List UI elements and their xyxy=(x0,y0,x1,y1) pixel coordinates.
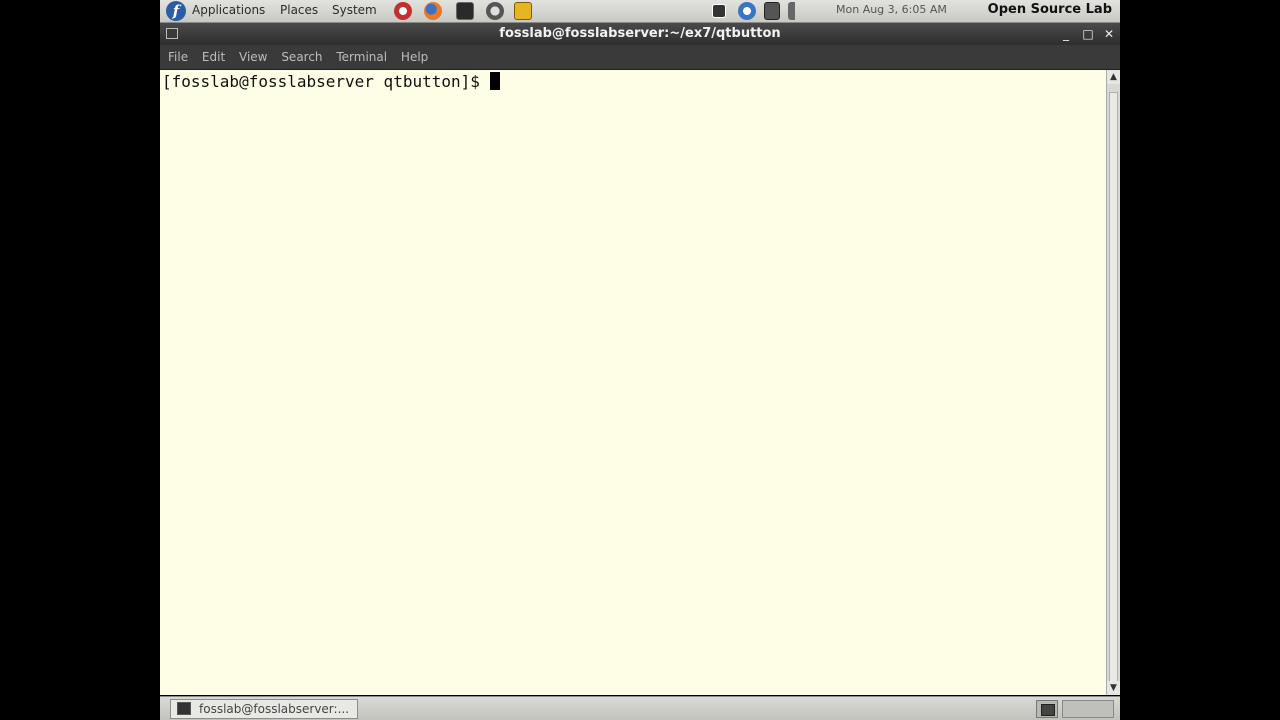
clock[interactable]: Mon Aug 3, 6:05 AM xyxy=(836,3,947,16)
taskbar-item-label: fosslab@fosslabserver:... xyxy=(199,702,350,716)
menu-help[interactable]: Help xyxy=(401,50,428,64)
window-titlebar[interactable]: fosslab@fosslabserver:~/ex7/qtbutton _ □… xyxy=(160,23,1120,45)
menu-terminal[interactable]: Terminal xyxy=(336,50,387,64)
terminal-icon[interactable] xyxy=(712,4,726,18)
menu-search[interactable]: Search xyxy=(281,50,322,64)
window-title: fosslab@fosslabserver:~/ex7/qtbutton xyxy=(499,26,781,41)
terminal-output[interactable]: [fosslab@fosslabserver qtbutton]$ xyxy=(160,70,1106,695)
window-menubar: File Edit View Search Terminal Help xyxy=(160,45,1120,70)
scrollbar-thumb[interactable] xyxy=(1109,92,1118,682)
scroll-up-icon[interactable]: ▲ xyxy=(1107,70,1120,84)
menu-edit[interactable]: Edit xyxy=(202,50,225,64)
workspace-switcher[interactable] xyxy=(1062,700,1114,718)
maximize-button[interactable]: □ xyxy=(1080,26,1096,42)
terminal-window: fosslab@fosslabserver:~/ex7/qtbutton _ □… xyxy=(160,23,1120,695)
terminal-task-icon xyxy=(177,702,191,715)
update-icon[interactable] xyxy=(738,2,756,20)
brand-label: Open Source Lab xyxy=(987,2,1112,17)
window-menu-icon[interactable] xyxy=(166,28,178,39)
shell-prompt: [fosslab@fosslabserver qtbutton]$ xyxy=(162,72,480,91)
screen: f Applications Places System Mon Aug 3, … xyxy=(160,0,1120,720)
minimize-button[interactable]: _ xyxy=(1058,26,1074,42)
firefox-icon[interactable] xyxy=(424,2,442,20)
menu-view[interactable]: View xyxy=(239,50,267,64)
close-button[interactable]: ✕ xyxy=(1101,26,1117,42)
system-menu[interactable]: System xyxy=(332,3,377,17)
show-desktop-icon[interactable] xyxy=(1036,700,1058,718)
terminal-scrollbar[interactable]: ▲ ▼ xyxy=(1106,70,1120,695)
notes-icon[interactable] xyxy=(514,2,532,20)
scroll-down-icon[interactable]: ▼ xyxy=(1107,681,1120,695)
taskbar-item-terminal[interactable]: fosslab@fosslabserver:... xyxy=(170,699,358,719)
help-icon[interactable] xyxy=(394,2,412,20)
network-icon[interactable] xyxy=(486,2,504,20)
menu-file[interactable]: File xyxy=(168,50,188,64)
printer-icon[interactable] xyxy=(764,2,780,20)
fedora-logo-icon[interactable]: f xyxy=(166,1,186,21)
top-panel: f Applications Places System Mon Aug 3, … xyxy=(160,0,1120,23)
places-menu[interactable]: Places xyxy=(280,3,318,17)
text-cursor xyxy=(489,72,500,90)
bottom-panel: fosslab@fosslabserver:... xyxy=(160,696,1120,720)
mail-icon[interactable] xyxy=(456,2,474,20)
applications-menu[interactable]: Applications xyxy=(192,3,265,17)
volume-icon[interactable] xyxy=(788,2,802,20)
